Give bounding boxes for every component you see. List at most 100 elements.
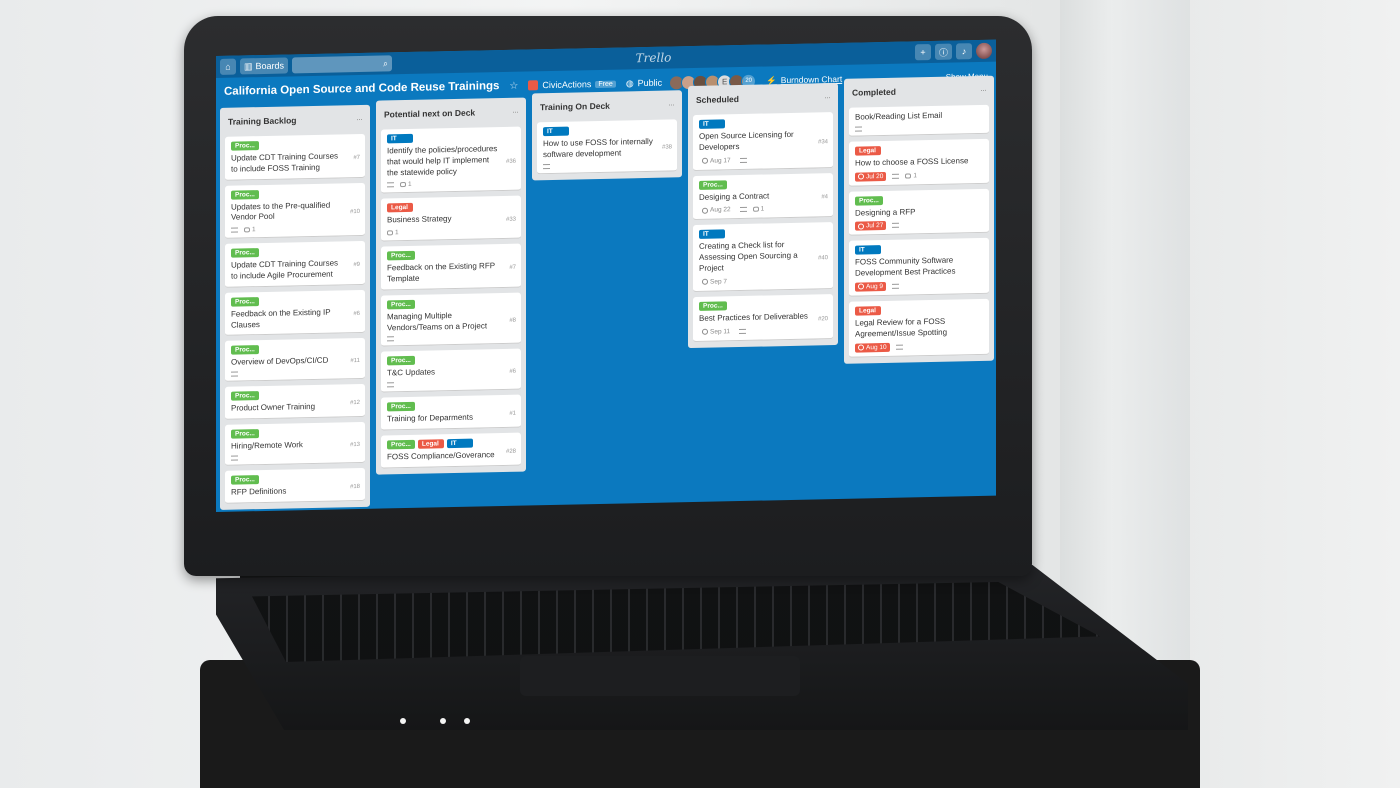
list-header[interactable]: Training On Deck ···: [537, 94, 677, 117]
card-number: #38: [661, 144, 672, 151]
card-labels: Proc...: [699, 178, 827, 190]
card[interactable]: Proc... Training for Deparments #1: [381, 394, 521, 431]
due-date: Aug 22: [710, 206, 731, 215]
card[interactable]: Proc... Overview of DevOps/CI/CD #11: [225, 338, 365, 382]
list-menu-icon[interactable]: ···: [824, 92, 830, 102]
star-icon[interactable]: ☆: [509, 80, 518, 91]
card-labels: IT: [543, 124, 671, 137]
card[interactable]: Legal Business Strategy #33 1: [381, 196, 521, 242]
due-date-badge: Aug 9: [855, 281, 886, 292]
comment-icon: [400, 182, 406, 188]
clock-icon: [858, 223, 864, 230]
card-number: #36: [505, 158, 516, 165]
card-labels: Proc...: [387, 249, 515, 261]
trello-screen: ⌂ ▥ Boards ⌕ Trello + ⓘ ♪ California Ope…: [216, 39, 996, 513]
plus-icon: +: [920, 47, 926, 58]
card[interactable]: Proc... Product Owner Training #12: [225, 384, 365, 420]
org-button[interactable]: CivicActions Free: [528, 79, 616, 91]
description-icon: [387, 182, 394, 188]
list-title[interactable]: Potential next on Deck: [384, 108, 475, 120]
card[interactable]: Proc... Hiring/Remote Work #13: [225, 421, 365, 466]
due-date-badge: Jul 20: [855, 171, 887, 182]
list: Scheduled ··· IT Open Source Licensing for …: [688, 82, 838, 348]
boards-button[interactable]: ▥ Boards: [240, 57, 289, 75]
clock-icon: [702, 207, 708, 214]
card[interactable]: Proc... Desiging a Contract #4 Aug 22 1: [693, 172, 833, 221]
search-box[interactable]: ⌕: [292, 55, 393, 74]
comments-badge: 1: [400, 181, 412, 188]
card[interactable]: IT Creating a Check list for Assessing Op…: [693, 222, 833, 292]
list-header[interactable]: Completed ···: [849, 80, 989, 103]
comment-count: 1: [252, 226, 256, 234]
board-lists: Training Backlog ··· Proc... Update CDT Tra…: [220, 75, 994, 510]
list-title[interactable]: Completed: [852, 87, 896, 98]
card-title: How to choose a FOSS License: [855, 156, 969, 168]
list-title[interactable]: Scheduled: [696, 94, 739, 105]
card-labels: IT: [699, 228, 827, 240]
description-icon: [739, 157, 747, 163]
status-led: [440, 718, 446, 724]
card[interactable]: IT How to use FOSS for internally softwar…: [537, 119, 677, 174]
card-number: #40: [817, 255, 828, 262]
card-badges: 1: [387, 179, 515, 189]
card[interactable]: Proc... RFP Definitions #18: [225, 467, 365, 504]
card[interactable]: Proc... Feedback on the Existing IP Claus…: [225, 289, 365, 337]
org-icon: [528, 80, 539, 91]
card-label: Proc...: [231, 296, 259, 307]
card[interactable]: Proc... Designing a RFP Jul 27: [849, 188, 989, 237]
card-labels: Proc...: [231, 427, 359, 439]
card[interactable]: IT Identify the policies/procedures that …: [381, 126, 521, 194]
list-title[interactable]: Training On Deck: [540, 101, 610, 112]
list-title[interactable]: Training Backlog: [228, 115, 297, 126]
list-header[interactable]: Potential next on Deck ···: [381, 102, 521, 125]
notifications-button[interactable]: ♪: [956, 43, 972, 60]
card[interactable]: Proc... T&C Updates #6: [381, 348, 521, 393]
card[interactable]: IT Open Source Licensing for Developers #3…: [693, 112, 833, 171]
card-title: Managing Multiple Vendors/Teams on a Pro…: [387, 310, 488, 332]
card[interactable]: Legal How to choose a FOSS License Jul 20 1: [849, 138, 989, 187]
boards-label: Boards: [255, 60, 285, 72]
card-number: #9: [353, 262, 360, 269]
list-header[interactable]: Scheduled ···: [693, 87, 833, 110]
list-menu-icon[interactable]: ···: [980, 85, 986, 95]
card[interactable]: Proc... Managing Multiple Vendors/Teams o…: [381, 292, 521, 347]
card[interactable]: Proc... Update CDT Training Courses to in…: [225, 241, 365, 288]
comments-badge: 1: [905, 172, 917, 179]
due-date: Aug 10: [866, 343, 887, 351]
card[interactable]: Book/Reading List Email: [849, 104, 989, 137]
list-menu-icon[interactable]: ···: [512, 107, 518, 117]
card-title: Feedback on the Existing RFP Template: [387, 261, 495, 284]
user-avatar[interactable]: [976, 42, 992, 60]
home-button[interactable]: ⌂: [220, 58, 236, 75]
laptop-touchpad: [520, 656, 800, 696]
board-title[interactable]: California Open Source and Code Reuse Tr…: [224, 80, 499, 98]
card-title: Designing a RFP: [855, 206, 916, 218]
card-title: FOSS Compliance/Goverance: [387, 450, 495, 462]
card-number: #4: [821, 194, 828, 201]
add-button[interactable]: +: [914, 44, 931, 61]
card-number: #28: [505, 448, 516, 455]
card[interactable]: Proc... Best Practices for Deliverables #2…: [693, 293, 833, 342]
visibility-button[interactable]: ◍ Public: [626, 77, 662, 89]
card-badges: Aug 9: [855, 280, 983, 292]
description-icon: [231, 455, 238, 461]
card[interactable]: IT FOSS Community Software Development Be…: [849, 238, 989, 297]
card-badges: Jul 20 1: [855, 170, 983, 182]
card[interactable]: Proc... Update CDT Training Courses to in…: [225, 133, 365, 181]
info-button[interactable]: ⓘ: [934, 43, 952, 60]
comment-icon: [905, 173, 912, 179]
card-labels: Proc...: [231, 139, 359, 151]
list-menu-icon[interactable]: ···: [356, 114, 362, 124]
search-input[interactable]: [303, 56, 383, 73]
card[interactable]: Proc... Legal IT FOSS Compliance/Goverance #…: [381, 432, 521, 469]
card-label: IT: [387, 133, 413, 144]
card[interactable]: Proc... Feedback on the Existing RFP Temp…: [381, 243, 521, 291]
description-icon: [892, 283, 899, 289]
card[interactable]: Proc... Updates to the Pre-qualified Vend…: [225, 182, 365, 239]
card[interactable]: Legal Legal Review for a FOSS Agreement/I…: [849, 298, 989, 358]
card-labels: Proc...: [231, 295, 359, 307]
list-header[interactable]: Training Backlog ···: [225, 109, 365, 132]
due-date: Jul 27: [866, 222, 884, 230]
card-badges: [231, 453, 359, 461]
list-menu-icon[interactable]: ···: [668, 99, 674, 109]
